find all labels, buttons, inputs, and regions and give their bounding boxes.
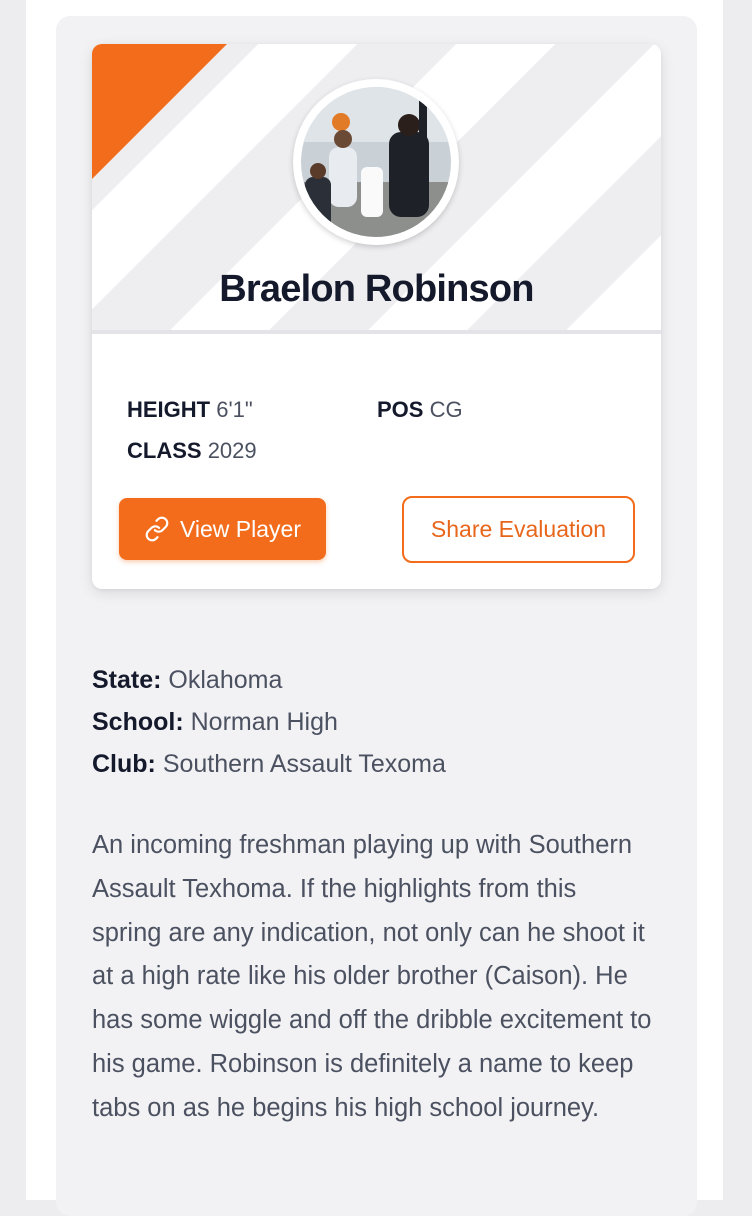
position-value: CG: [429, 397, 463, 422]
avatar: [293, 79, 459, 245]
class-value: 2029: [207, 438, 257, 463]
player-card: Braelon Robinson HEIGHT 6'1" POS CG CLAS…: [92, 44, 661, 589]
banner-corner-accent: [92, 44, 227, 179]
view-player-button[interactable]: View Player: [119, 498, 326, 560]
state-value: Oklahoma: [168, 666, 283, 694]
player-name: Braelon Robinson: [219, 268, 534, 310]
position-label: POS: [377, 397, 424, 422]
banner-divider: [92, 330, 661, 334]
club-label: Club:: [92, 750, 156, 778]
height-value: 6'1": [216, 397, 253, 422]
link-icon: [145, 516, 169, 542]
club-value: Southern Assault Texoma: [162, 750, 446, 778]
share-evaluation-label: Share Evaluation: [430, 516, 607, 542]
evaluation-text: An incoming freshman playing up with Sou…: [92, 831, 652, 1122]
height-stat: HEIGHT 6'1": [127, 397, 253, 423]
school-row: School: Norman High: [92, 708, 338, 737]
club-row: Club: Southern Assault Texoma: [92, 750, 446, 779]
height-label: HEIGHT: [127, 397, 211, 422]
school-label: School:: [92, 708, 184, 736]
state-label: State:: [92, 666, 162, 694]
position-stat: POS CG: [377, 397, 463, 423]
state-row: State: Oklahoma: [92, 666, 282, 695]
school-value: Norman High: [190, 708, 338, 736]
class-label: CLASS: [127, 438, 202, 463]
class-stat: CLASS 2029: [127, 438, 257, 464]
player-photo: [301, 87, 451, 237]
share-evaluation-button[interactable]: Share Evaluation: [402, 496, 635, 563]
view-player-label: View Player: [179, 515, 302, 542]
